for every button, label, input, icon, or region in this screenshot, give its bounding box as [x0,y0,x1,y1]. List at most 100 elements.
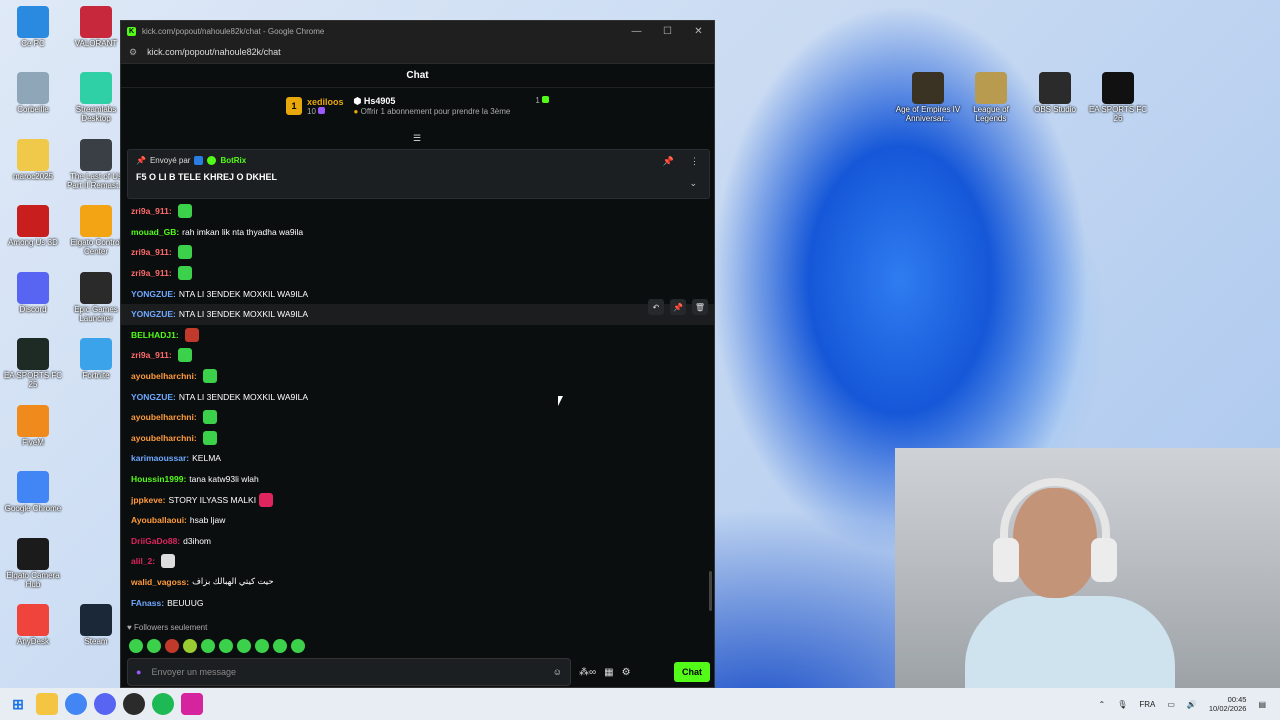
desktop-icon[interactable]: AnyDesk [0,604,66,647]
chat-scrollbar[interactable] [709,571,712,611]
chevron-down-icon[interactable]: ⌄ [689,178,697,189]
chat-username[interactable]: zri9a_911: [131,268,172,278]
chat-message[interactable]: zri9a_911: [121,263,714,284]
desktop-icon[interactable]: EA SPORTS FC 26 [1085,72,1151,124]
chat-username[interactable]: alil_2: [131,556,155,566]
notification-icon[interactable]: ▤ [1258,700,1266,709]
chat-message[interactable]: ayoubelharchni: [121,366,714,387]
emote-8[interactable] [255,639,269,653]
emoji-icon[interactable]: ☺ [553,667,562,677]
chat-username[interactable]: zri9a_911: [131,206,172,216]
emote-6[interactable] [219,639,233,653]
network-icon[interactable]: ▭ [1167,700,1175,709]
chat-message[interactable]: YONGZUE: NTA LI 3ENDEK MOXKIL WA9ILA [121,283,714,304]
maximize-icon[interactable]: ☐ [652,26,683,37]
clock[interactable]: 00:45 10/02/2026 [1209,695,1247,713]
desktop-icon[interactable]: EA SPORTS FC 25 [0,338,66,390]
chat-message[interactable]: Houssin1999: tana katw93li wlah [121,469,714,490]
spotify-taskbar-icon[interactable] [152,693,174,715]
top-gifter-2[interactable]: ⬢ Hs4905 ● Offrir 1 abonnement pour pren… [354,96,549,116]
reply-icon[interactable]: ↶ [648,299,664,315]
store-icon[interactable]: ▦ [604,667,613,678]
chat-message[interactable]: zri9a_911: [121,345,714,366]
chat-username[interactable]: mouad_GB: [131,227,179,237]
chat-username[interactable]: zri9a_911: [131,247,172,257]
chat-message[interactable]: zri9a_911: [121,242,714,263]
emote-3[interactable] [165,639,179,653]
chat-username[interactable]: jppkeve: [131,495,166,505]
desktop-icon[interactable]: maroc2025 [0,139,66,182]
settings-icon[interactable]: ⚙ [622,667,631,678]
send-chat-button[interactable]: Chat [674,662,710,682]
chat-username[interactable]: walid_vagoss: [131,577,189,587]
discord-taskbar-icon[interactable] [94,693,116,715]
obs-taskbar-icon[interactable] [123,693,145,715]
chat-username[interactable]: FAnass: [131,598,164,608]
emote-10[interactable] [291,639,305,653]
points-icon[interactable]: ⁂∞ [579,667,596,678]
chat-message[interactable]: FAnass: BEUUUG [121,592,714,613]
instagram-taskbar-icon[interactable] [181,693,203,715]
start-icon[interactable]: ⊞ [7,693,29,715]
desktop-icon[interactable]: Ce PC [0,6,66,49]
chat-username[interactable]: BELHADJ1: [131,330,179,340]
site-settings-icon[interactable]: ⚙ [129,47,137,58]
desktop-icon[interactable]: Age of Empires IV Anniversar... [895,72,961,124]
chat-username[interactable]: YONGZUE: [131,309,176,319]
close-icon[interactable]: ✕ [683,26,714,37]
more-options-icon[interactable]: ⋮ [690,156,699,167]
chat-message[interactable]: mouad_GB: rah imkan lik nta thyadha wa9il… [121,222,714,243]
desktop-icon[interactable]: Google Chrome [0,471,66,514]
chat-message[interactable]: walid_vagoss: حيت كيتي الهبالك بزاف [121,572,714,593]
pin-message-icon[interactable]: 📌 [670,299,686,315]
chrome-taskbar-icon[interactable] [65,693,87,715]
chat-message[interactable]: DriiGaDo88: d3ihom [121,531,714,552]
language-indicator[interactable]: FRA [1139,700,1155,709]
emote-5[interactable] [201,639,215,653]
chat-username[interactable]: YONGZUE: [131,392,176,402]
volume-icon[interactable]: 🔊 [1187,700,1197,709]
chat-message[interactable]: karimaoussar: KELMA [121,448,714,469]
emote-2[interactable] [147,639,161,653]
file-explorer-icon[interactable] [36,693,58,715]
chat-username[interactable]: Ayouballaoui: [131,515,187,525]
message-input[interactable]: ● Envoyer un message ☺ [127,658,571,686]
chat-message[interactable]: YONGZUE: NTA LI 3ENDEK MOXKIL WA9ILA [121,303,714,325]
emote-9[interactable] [273,639,287,653]
chat-username[interactable]: ayoubelharchni: [131,433,197,443]
chat-message[interactable]: alil_2: [121,551,714,572]
chat-message[interactable]: BELHADJ1: [121,325,714,346]
chat-message[interactable]: jppkeve: STORY ILYASS MALKI [121,489,714,510]
collapse-icon[interactable]: ☰ [413,133,421,144]
chat-message[interactable]: ayoubelharchni: [121,428,714,449]
bot-name[interactable]: BotRix [220,156,246,165]
microphone-icon[interactable]: 🎙 [1117,700,1127,709]
desktop-icon[interactable]: Among Us 3D [0,205,66,248]
chat-username[interactable]: karimaoussar: [131,453,189,463]
chat-message[interactable]: Ayouballaoui: hsab ljaw [121,510,714,531]
minimize-icon[interactable]: — [621,26,652,37]
delete-icon[interactable]: 🗑 [692,299,708,315]
chat-username[interactable]: ayoubelharchni: [131,412,197,422]
emote-4[interactable] [183,639,197,653]
desktop-icon[interactable]: Elgato Camera Hub [0,538,66,590]
desktop-icon[interactable]: League of Legends [958,72,1024,124]
desktop-icon[interactable]: FiveM [0,405,66,448]
chat-username[interactable]: YONGZUE: [131,289,176,299]
chat-username[interactable]: zri9a_911: [131,350,172,360]
desktop-icon[interactable]: Discord [0,272,66,315]
desktop-icon[interactable]: OBS Studio [1022,72,1088,115]
chat-username[interactable]: DriiGaDo88: [131,536,180,546]
chat-username[interactable]: Houssin1999: [131,474,186,484]
tray-arrow-icon[interactable]: ⌃ [1099,700,1106,709]
emote-7[interactable] [237,639,251,653]
mic-icon[interactable]: ● [136,667,141,677]
address-bar[interactable]: ⚙ kick.com/popout/nahoule82k/chat [121,41,714,64]
top-gifter-1[interactable]: 1 xediloos 10 [286,97,344,116]
chat-message[interactable]: ayoubelharchni: [121,407,714,428]
chat-message[interactable]: YONGZUE: NTA LI 3ENDEK MOXKIL WA9ILA [121,386,714,407]
chat-username[interactable]: ayoubelharchni: [131,371,197,381]
unpin-icon[interactable]: 📌 [663,156,674,167]
chat-message[interactable]: zri9a_911: [121,201,714,222]
emote-1[interactable] [129,639,143,653]
